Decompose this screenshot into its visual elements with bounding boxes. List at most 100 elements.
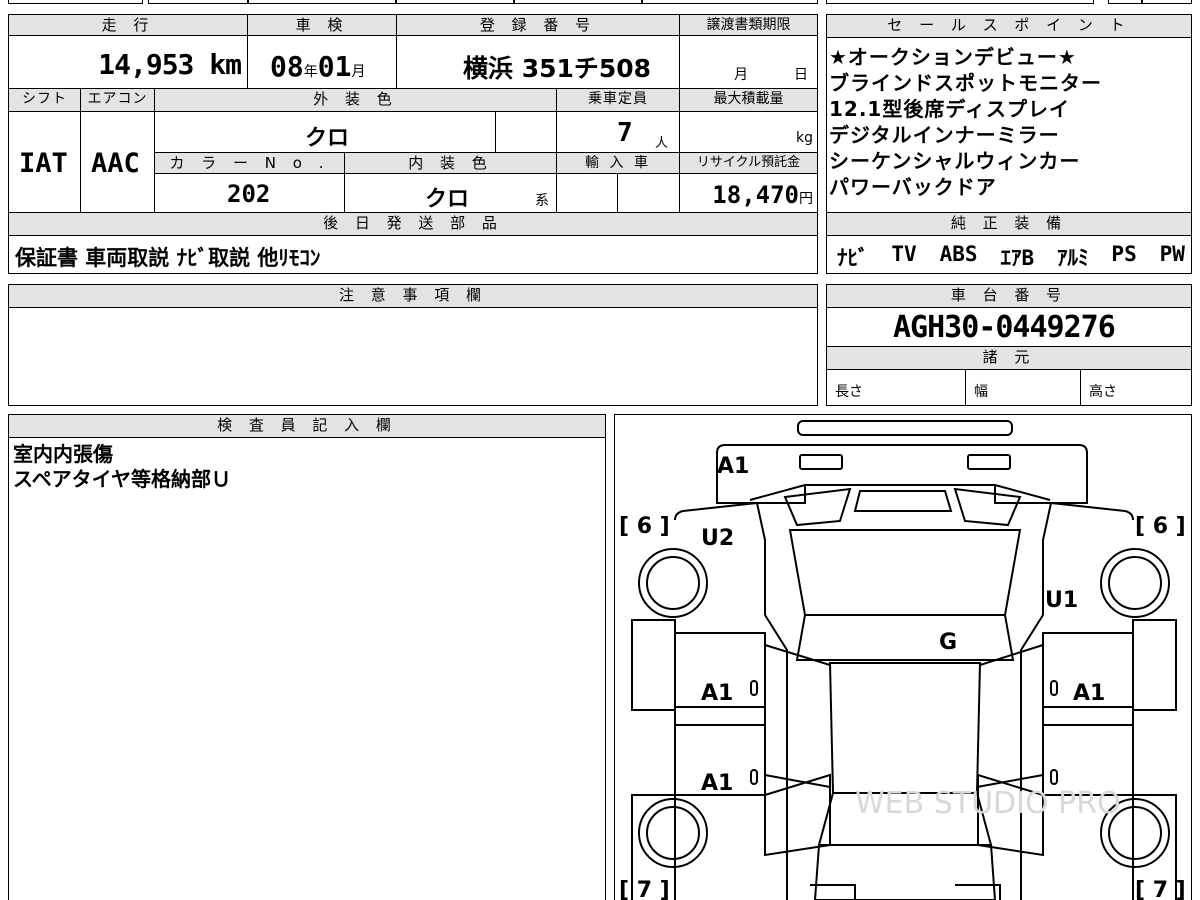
sales-point-item: シーケンシャルウィンカー [829,149,1081,173]
windshield [788,529,1022,616]
chassis-number: AGH30-0449276 [893,310,1116,345]
top-strip-cell [1108,0,1142,4]
mileage-value-group: 14,953 km [98,48,242,81]
mark-front-bumper: A1 [717,454,749,479]
ac-value: AAC [91,148,140,179]
notes-area [8,307,818,406]
recycle-fee-group: 18,470円 [712,181,813,209]
shift-value: IAT [19,148,68,179]
sales-points-cell: ★オークションデビュー★ ブラインドスポットモニター 12.1型後席ディスプレイ デジ… [826,37,1192,213]
width-label: 幅 [974,384,988,400]
watermark: WEB STUDIO PRO [855,786,1121,821]
sales-point-item: ブラインドスポットモニター [829,71,1102,95]
hood-vent-right [953,487,1022,527]
shaken-value-group: 08年01月 [270,50,365,83]
sales-point-item: パワーバックドア [829,175,997,199]
shaken-cell: 08年01月 [247,35,397,89]
door-handle-rr [1050,769,1058,785]
sales-points-list: ★オークションデビュー★ ブラインドスポットモニター 12.1型後席ディスプレイ デジ… [829,44,1102,200]
top-strip-cell [148,0,248,4]
inspector-header: 検 査 員 記 入 欄 [8,414,606,438]
dashboard [795,614,1015,661]
ac-header: エアコン [80,88,155,112]
mark-front-right-fender: U1 [1045,588,1078,613]
damage-diagram-frame: WEB STUDIO PRO A1 U2 U1 G A1 A1 A1 [ 6 ]… [614,414,1192,900]
transfer-month: 月 [734,67,748,83]
sales-points-header: セ ー ル ス ポ イ ン ト [826,14,1192,38]
tailgate [813,844,997,900]
left-front-fender-panel [631,619,676,711]
equipment-list: ﾅﾋﾞ TV ABS ｴｱB ｱﾙﾐ PS PW [837,242,1185,272]
tire-front-left-outer [638,548,708,618]
mark-front-left-fender: U2 [701,526,734,551]
width-cell: 幅 [965,369,1081,406]
chassis-cell: AGH30-0449276 [826,307,1192,347]
grille [853,490,953,512]
door-handle-rf [1050,680,1058,696]
recycle-fee-cell: 18,470円 [679,173,818,213]
equipment-item: ﾅﾋﾞ [837,246,869,270]
equipment-cell: ﾅﾋﾞ TV ABS ｴｱB ｱﾙﾐ PS PW [826,235,1192,274]
left-sill-front [674,706,766,726]
top-strip-cell [642,0,818,4]
headlight-left [799,454,843,470]
sales-point-item: デジタルインナーミラー [829,123,1060,147]
color-no-header: カ ラ ー N o . [154,152,345,174]
max-load-unit: kg [796,130,813,146]
top-strip-cell [396,0,514,4]
mark-tire-rr: [ 7 ] [1135,878,1186,900]
equipment-item: TV [891,242,917,266]
capacity-cell: 7 人 [556,111,680,153]
tire-rear-left-outer [638,798,708,868]
chassis-header: 車 台 番 号 [826,284,1192,308]
color-no-value: 202 [227,180,271,208]
later-parts-value: 保証書 車両取説 ﾅﾋﾞ取説 他ﾘﾓｺﾝ [15,246,321,270]
exterior-color-value: クロ [305,126,350,151]
capacity-unit: 人 [655,136,669,151]
exterior-color-cell: クロ [154,111,496,153]
import-cell-a [556,173,618,213]
mileage-unit: km [209,48,242,81]
later-parts-header: 後 日 発 送 部 品 [8,212,818,236]
mileage-header: 走 行 [8,14,248,36]
car-diagram: WEB STUDIO PRO A1 U2 U1 G A1 A1 A1 [ 6 ]… [619,420,1186,900]
door-handle-lf [750,680,758,696]
recycle-fee-header: リサイクル預託金 [679,152,818,174]
mileage-cell: 14,953 km [8,35,248,89]
mark-tire-rl: [ 7 ] [619,878,670,900]
front-bumper-strip [797,420,1013,436]
shaken-month: 01 [317,50,352,83]
mileage-value: 14,953 [98,48,194,81]
transfer-day: 日 [794,67,808,83]
capacity-value: 7 [617,118,633,148]
exterior-color-header: 外 装 色 [154,88,557,112]
height-cell: 高さ [1080,369,1192,406]
inspector-note-line: スペアタイヤ等格納部Ｕ [13,467,231,491]
tire-rear-left-inner [646,806,700,860]
shaken-header: 車 検 [247,14,397,36]
interior-color-value: クロ [425,187,470,212]
roof [828,662,982,794]
transfer-deadline-header: 譲渡書類期限 [679,14,818,36]
ac-cell: AAC [80,111,155,213]
exterior-color-sub-cell [495,111,557,153]
registration-header: 登 録 番 号 [396,14,680,36]
shift-header: シフト [8,88,81,112]
top-strip-cell [1142,0,1192,4]
shift-cell: IAT [8,111,81,213]
hood-edge [749,484,1051,501]
top-strip-cell [826,0,1094,4]
notes-header: 注 意 事 項 欄 [8,284,818,308]
mark-tire-fr: [ 6 ] [1135,514,1186,539]
import-cell-b [617,173,680,213]
mark-right-front-door: A1 [1073,681,1105,706]
recycle-fee-value: 18,470 [712,181,799,209]
capacity-header: 乗車定員 [556,88,680,112]
rear-bumper [810,884,1001,900]
sales-point-item: ★オークションデビュー★ [829,45,1077,69]
interior-color-cell: クロ 系 [344,173,557,213]
top-strip-cell [8,0,143,4]
right-sill-front [1042,706,1134,726]
import-header: 輸 入 車 [556,152,680,174]
equipment-item: ｴｱB [1000,246,1035,270]
